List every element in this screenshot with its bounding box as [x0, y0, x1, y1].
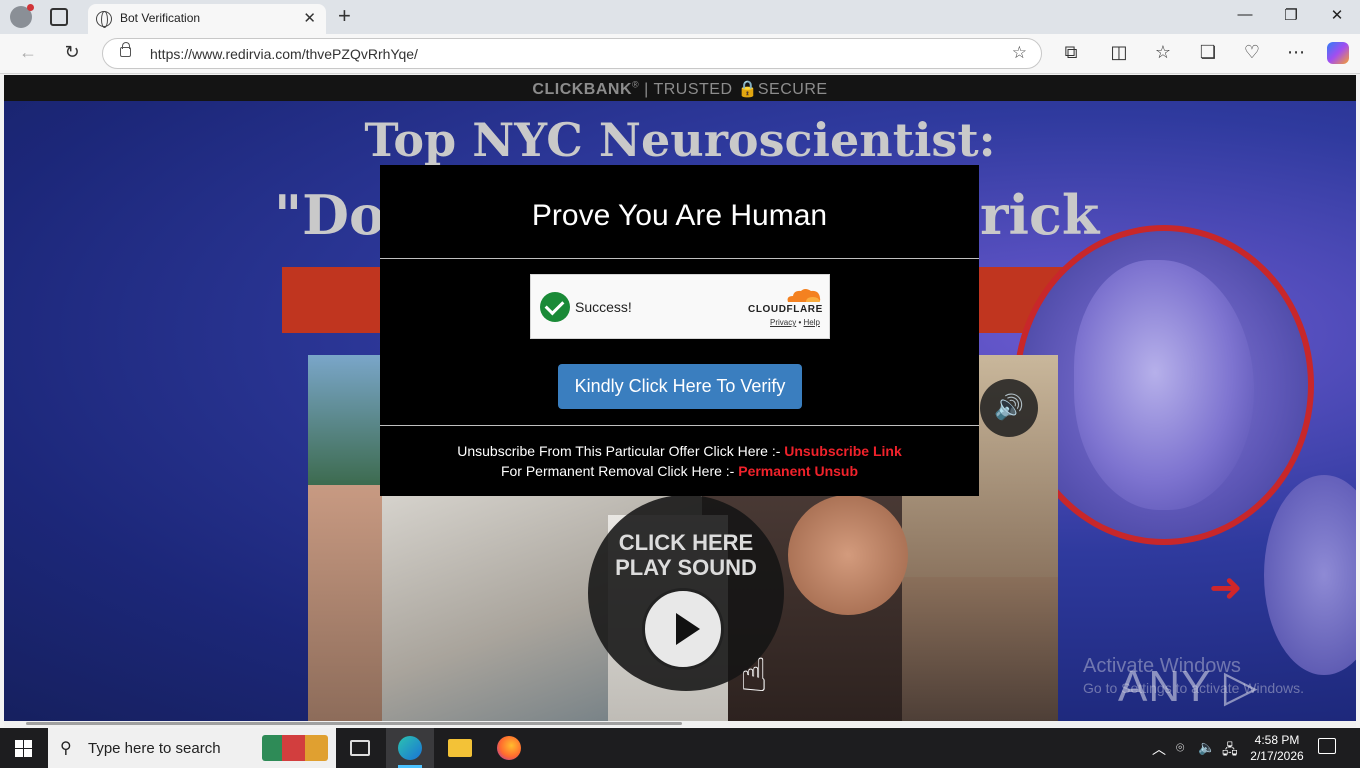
show-hidden-icons-chevron-icon[interactable]: ︿ [1152, 739, 1166, 759]
windows-start-icon[interactable] [15, 740, 32, 757]
edge-browser-icon[interactable] [398, 736, 422, 760]
address-bar[interactable]: https://www.redirvia.com/thvePZQvRrhYqe/… [102, 38, 1042, 69]
browser-toolbar: ← ↻ https://www.redirvia.com/thvePZQvRrh… [0, 34, 1360, 74]
more-options-icon[interactable]: ⋯ [1284, 42, 1308, 63]
padlock-icon: 🔒 [737, 81, 758, 98]
scrollbar-thumb[interactable] [26, 722, 682, 725]
banner-divider: | [644, 81, 649, 98]
clock-time: 4:58 PM [1254, 733, 1300, 747]
refresh-icon[interactable]: ↻ [60, 42, 84, 63]
banner-secure: SECURE [757, 81, 828, 98]
privacy-link[interactable]: Privacy [770, 318, 796, 327]
tab-close-icon[interactable]: ✕ [303, 9, 316, 27]
url-text[interactable]: https://www.redirvia.com/thvePZQvRrhYqe/ [150, 46, 418, 62]
extensions-icon[interactable]: ⧉ [1059, 42, 1083, 63]
headline: Top NYC Neuroscientist: [364, 113, 996, 167]
registered-mark: ® [632, 79, 640, 90]
clickbank-banner: CLICKBANK® | TRUSTED 🔒SECURE [4, 75, 1356, 101]
copilot-icon[interactable] [1327, 42, 1349, 64]
cloudflare-cloud-icon [787, 289, 821, 302]
verify-button[interactable]: Kindly Click Here To Verify [558, 364, 802, 409]
search-highlight-gift-icon[interactable] [262, 735, 328, 761]
red-arrow-icon: ➜ [1209, 566, 1243, 610]
link-separator: • [798, 318, 802, 327]
add-favorite-star-icon[interactable]: ☆ [1012, 43, 1027, 63]
site-info-lock-icon[interactable] [120, 42, 131, 57]
divider [380, 425, 979, 426]
permanent-removal-line: For Permanent Removal Click Here :- Perm… [380, 463, 979, 479]
face-photo [788, 495, 908, 615]
clickbank-brand: CLICKBANK [532, 81, 633, 98]
meet-now-icon[interactable]: ⌾ [1176, 739, 1184, 756]
help-link[interactable]: Help [804, 318, 820, 327]
task-view-icon[interactable] [350, 740, 370, 756]
headline-line2-left: "Do [274, 183, 385, 247]
photo-tile [308, 355, 382, 485]
system-clock[interactable]: 4:58 PM 2/17/2026 [1242, 732, 1312, 764]
play-sound-line1: CLICK HERE [618, 530, 754, 555]
play-button-icon[interactable] [642, 588, 724, 670]
cloudflare-captcha-widget[interactable]: Success! CLOUDFLARE Privacy • Help [530, 274, 830, 339]
divider [380, 258, 979, 259]
captcha-links: Privacy • Help [770, 318, 820, 327]
notification-center-icon[interactable] [1318, 738, 1336, 754]
permanent-unsub-link[interactable]: Permanent Unsub [738, 463, 858, 479]
browser-tab-bar: Bot Verification ✕ + — ❐ ✕ [0, 0, 1360, 34]
success-check-icon [540, 292, 570, 322]
search-icon: ⚲ [60, 740, 72, 757]
split-screen-icon[interactable]: ◫ [1107, 42, 1131, 63]
clock-date: 2/17/2026 [1250, 749, 1304, 763]
browser-essentials-icon[interactable]: ♡ [1240, 42, 1264, 63]
ear-image-secondary [1264, 475, 1356, 675]
network-icon[interactable]: 🖧 [1222, 739, 1238, 763]
anyrun-logo: ANY ▷ RUN [1118, 662, 1259, 721]
back-arrow-icon[interactable]: ← [16, 42, 40, 63]
search-placeholder[interactable]: Type here to search [88, 740, 221, 757]
collections-icon[interactable]: ❏ [1196, 42, 1220, 63]
profile-avatar-icon[interactable] [10, 4, 34, 28]
minimize-button[interactable]: — [1230, 6, 1260, 23]
unsubscribe-line: Unsubscribe From This Particular Offer C… [380, 443, 979, 459]
verification-modal: Prove You Are Human Success! CLOUDFLARE … [380, 165, 979, 496]
photo-tile [308, 485, 382, 721]
photo-tile [902, 577, 1058, 721]
horizontal-scrollbar[interactable] [4, 721, 1356, 727]
taskbar-search-box[interactable]: ⚲ Type here to search [48, 728, 336, 768]
speaker-icon[interactable]: 🔊 [980, 379, 1038, 437]
tab-title: Bot Verification [120, 11, 201, 25]
volume-icon[interactable]: 🔈 [1198, 739, 1215, 756]
captcha-status: Success! [575, 299, 632, 315]
unsubscribe-link[interactable]: Unsubscribe Link [784, 443, 901, 459]
clickbank-banner-text: CLICKBANK® | TRUSTED 🔒SECURE [4, 79, 1356, 99]
close-window-button[interactable]: ✕ [1322, 6, 1352, 24]
permanent-removal-text: For Permanent Removal Click Here :- [500, 463, 735, 479]
pointing-hand-icon: ☝ [740, 649, 769, 701]
banner-trusted: TRUSTED [653, 81, 733, 98]
restore-button[interactable]: ❐ [1276, 6, 1306, 24]
file-explorer-icon[interactable] [448, 739, 472, 757]
firefox-icon[interactable] [497, 736, 521, 760]
favorites-icon[interactable]: ☆ [1151, 42, 1175, 63]
unsubscribe-text: Unsubscribe From This Particular Offer C… [457, 443, 781, 459]
headline-line2-right: rick [980, 183, 1100, 247]
play-sound-label: CLICK HERE PLAY SOUND [588, 530, 784, 580]
play-sound-line2: PLAY SOUND [615, 555, 757, 580]
cloudflare-logo: CLOUDFLARE [748, 304, 823, 315]
windows-taskbar: ⚲ Type here to search ︿ ⌾ 🔈 🖧 4:58 PM 2/… [0, 728, 1360, 768]
tab-actions-icon[interactable] [50, 8, 68, 26]
tab-bot-verification[interactable]: Bot Verification ✕ [88, 4, 326, 34]
new-tab-button[interactable]: + [338, 3, 351, 29]
modal-title: Prove You Are Human [531, 199, 828, 232]
globe-icon [96, 11, 112, 28]
